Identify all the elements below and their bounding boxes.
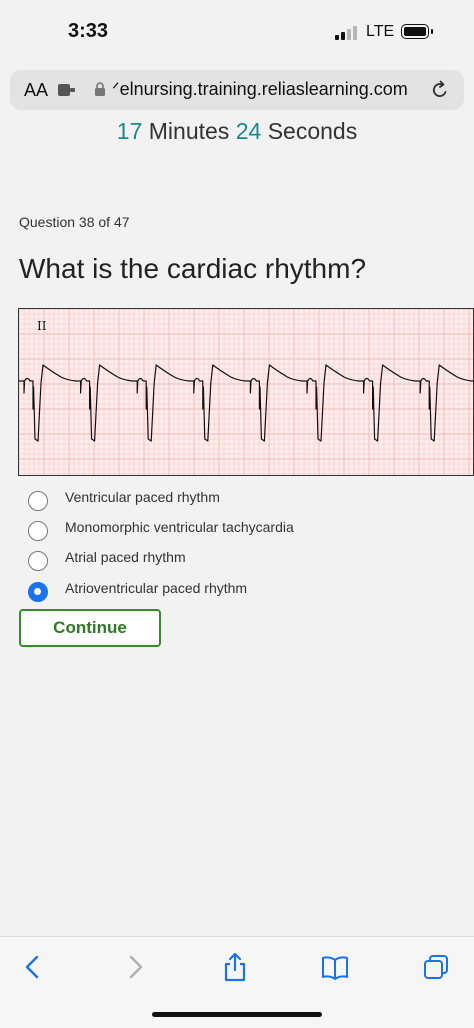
- status-bar: 3:33 LTE: [0, 0, 474, 64]
- timer-seconds-label: Seconds: [267, 118, 358, 144]
- network-type: LTE: [366, 23, 395, 40]
- bookmarks-icon[interactable]: [320, 952, 350, 982]
- question-text: What is the cardiac rhythm?: [19, 253, 367, 284]
- signal-icon: [335, 26, 359, 40]
- url-text[interactable]: ᐟelnursing.training.reliaslearning.com: [112, 79, 426, 100]
- option-ventricular-paced[interactable]: Ventricular paced rhythm: [28, 482, 458, 511]
- home-indicator: [152, 1012, 322, 1017]
- tabs-icon[interactable]: [421, 952, 451, 982]
- option-label[interactable]: Monomorphic ventricular tachycardia: [65, 519, 294, 535]
- share-icon[interactable]: [220, 952, 250, 982]
- forward-icon[interactable]: [120, 952, 150, 982]
- option-label[interactable]: Atrioventricular paced rhythm: [65, 580, 247, 596]
- radio-button[interactable]: [28, 491, 48, 511]
- option-label[interactable]: Atrial paced rhythm: [65, 549, 186, 565]
- ecg-rhythm-strip: II: [18, 308, 474, 476]
- address-bar[interactable]: AA ᐟelnursing.training.reliaslearning.co…: [10, 70, 464, 110]
- extension-icon[interactable]: [58, 83, 76, 97]
- time-remaining: 17 Minutes 24 Seconds: [0, 118, 474, 145]
- lock-icon: [95, 82, 105, 96]
- timer-minutes-label: Minutes: [148, 118, 230, 144]
- radio-button[interactable]: [28, 582, 48, 602]
- option-av-paced[interactable]: Atrioventricular paced rhythm: [28, 573, 458, 602]
- text-size-button[interactable]: AA: [24, 80, 48, 101]
- option-atrial-paced[interactable]: Atrial paced rhythm: [28, 542, 458, 571]
- battery-icon: [401, 24, 433, 39]
- continue-button[interactable]: Continue: [19, 609, 161, 647]
- ecg-trace: II: [19, 309, 473, 475]
- status-time: 3:33: [68, 20, 109, 42]
- reload-icon[interactable]: [430, 80, 450, 100]
- timer-seconds: 24: [235, 118, 262, 144]
- option-label[interactable]: Ventricular paced rhythm: [65, 489, 220, 505]
- radio-button[interactable]: [28, 521, 48, 541]
- question-counter: Question 38 of 47: [19, 214, 130, 230]
- radio-button[interactable]: [28, 551, 48, 571]
- timer-minutes: 17: [116, 118, 143, 144]
- ecg-lead-label: II: [37, 319, 47, 333]
- option-monomorphic-vt[interactable]: Monomorphic ventricular tachycardia: [28, 512, 458, 541]
- back-icon[interactable]: [18, 952, 48, 982]
